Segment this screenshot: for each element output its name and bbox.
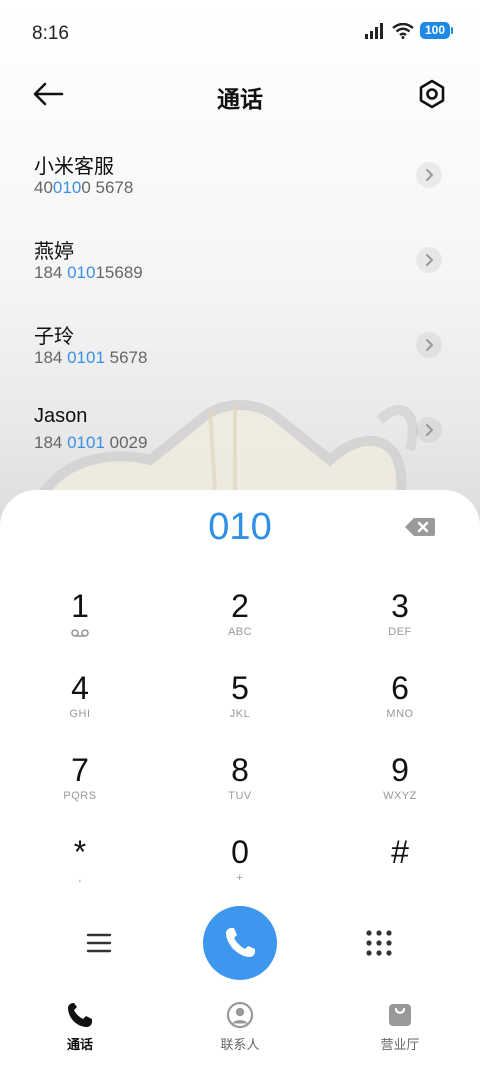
contacts-icon bbox=[226, 1001, 254, 1029]
menu-icon[interactable] bbox=[84, 928, 114, 958]
call-button[interactable] bbox=[203, 906, 277, 980]
key-digit: 9 bbox=[391, 752, 409, 788]
key-star[interactable]: * , bbox=[0, 832, 160, 914]
phone-icon bbox=[68, 1003, 92, 1027]
nav-contacts[interactable]: 联系人 bbox=[160, 990, 320, 1067]
status-time: 8:16 bbox=[32, 23, 69, 44]
backspace-icon[interactable] bbox=[404, 516, 436, 538]
chevron-right-icon[interactable] bbox=[416, 332, 442, 358]
key-6[interactable]: 6 MNO bbox=[320, 668, 480, 750]
contact-name: 燕婷 bbox=[34, 241, 74, 263]
contact-name: 小米客服 bbox=[34, 156, 114, 178]
contact-name: 子玲 bbox=[34, 326, 74, 348]
status-bar: 8:16 100 bbox=[0, 0, 480, 66]
key-3[interactable]: 3 DEF bbox=[320, 586, 480, 668]
key-8[interactable]: 8 TUV bbox=[160, 750, 320, 832]
settings-icon[interactable] bbox=[416, 78, 448, 110]
bottom-nav: 通话 联系人 营业厅 bbox=[0, 990, 480, 1067]
key-letters: ABC bbox=[227, 626, 253, 638]
nav-label: 联系人 bbox=[220, 1037, 260, 1052]
key-4[interactable]: 4 GHI bbox=[0, 668, 160, 750]
nav-label: 营业厅 bbox=[380, 1037, 420, 1052]
dialpad-sheet: 010 1 2 ABC 3 DEF 4 GHI 5 JKL 6 MNO 7 PQ… bbox=[0, 490, 480, 990]
keypad: 1 2 ABC 3 DEF 4 GHI 5 JKL 6 MNO 7 PQRS 8… bbox=[0, 586, 480, 914]
battery-icon: 100 bbox=[420, 22, 453, 39]
phone-icon bbox=[226, 928, 255, 957]
contact-phone: 184 0101 5678 bbox=[34, 348, 148, 367]
contact-item[interactable]: 燕婷 184 01015689 bbox=[0, 225, 480, 310]
dial-actions bbox=[0, 906, 480, 982]
contact-phone: 184 0101 0029 bbox=[34, 433, 148, 452]
key-digit: * bbox=[73, 834, 87, 870]
key-digit: 0 bbox=[231, 834, 249, 870]
chevron-right-icon[interactable] bbox=[416, 417, 442, 443]
key-letters: DEF bbox=[388, 626, 412, 638]
key-digit: # bbox=[391, 834, 409, 870]
chevron-right-icon[interactable] bbox=[416, 162, 442, 188]
wifi-icon bbox=[392, 22, 414, 39]
key-digit: 2 bbox=[231, 588, 249, 624]
key-digit: 3 bbox=[391, 588, 409, 624]
page-title: 通话 bbox=[217, 86, 263, 112]
nav-calls[interactable]: 通话 bbox=[0, 990, 160, 1067]
nav-label: 通话 bbox=[66, 1037, 93, 1052]
key-letters: MNO bbox=[386, 708, 414, 720]
key-letters: TUV bbox=[228, 790, 252, 802]
key-digit: 7 bbox=[71, 752, 89, 788]
key-9[interactable]: 9 WXYZ bbox=[320, 750, 480, 832]
nav-service-hall[interactable]: 营业厅 bbox=[320, 990, 480, 1067]
key-2[interactable]: 2 ABC bbox=[160, 586, 320, 668]
key-letters: WXYZ bbox=[383, 790, 417, 802]
dialpad-grid-icon[interactable] bbox=[364, 928, 394, 958]
key-letters: + bbox=[236, 872, 244, 884]
key-digit: 4 bbox=[71, 670, 89, 706]
chevron-right-icon[interactable] bbox=[416, 247, 442, 273]
contact-item[interactable]: Jason 184 0101 0029 bbox=[0, 395, 480, 480]
signal-icon bbox=[365, 22, 383, 39]
key-1[interactable]: 1 bbox=[0, 586, 160, 668]
key-letters: , bbox=[78, 872, 82, 884]
header: 通话 bbox=[0, 66, 480, 122]
voicemail-icon bbox=[71, 629, 89, 637]
key-letters: JKL bbox=[229, 708, 251, 720]
key-hash[interactable]: # bbox=[320, 832, 480, 914]
contact-phone: 400100 5678 bbox=[34, 178, 134, 197]
key-letters: PQRS bbox=[63, 790, 97, 802]
key-letters bbox=[320, 872, 480, 886]
contact-name: Jason bbox=[34, 405, 88, 427]
key-digit: 1 bbox=[71, 588, 89, 624]
key-letters: GHI bbox=[69, 708, 91, 720]
key-digit: 5 bbox=[231, 670, 249, 706]
key-0[interactable]: 0 + bbox=[160, 832, 320, 914]
key-7[interactable]: 7 PQRS bbox=[0, 750, 160, 832]
shopping-bag-icon bbox=[389, 1004, 411, 1026]
contact-list: 小米客服 400100 5678 燕婷 184 01015689 子玲 184 … bbox=[0, 140, 480, 480]
contact-phone: 184 01015689 bbox=[34, 263, 143, 282]
contact-item[interactable]: 小米客服 400100 5678 bbox=[0, 140, 480, 225]
key-5[interactable]: 5 JKL bbox=[160, 668, 320, 750]
key-digit: 6 bbox=[391, 670, 409, 706]
contact-item[interactable]: 子玲 184 0101 5678 bbox=[0, 310, 480, 395]
status-icons: 100 bbox=[364, 22, 453, 39]
key-digit: 8 bbox=[231, 752, 249, 788]
